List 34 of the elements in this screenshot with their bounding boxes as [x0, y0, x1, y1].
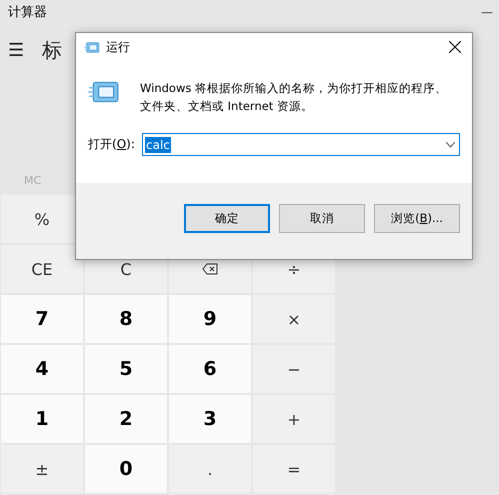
digit-key[interactable]: 4: [1, 345, 83, 394]
operator-key[interactable]: CE: [1, 245, 83, 294]
backspace-icon: [202, 263, 218, 276]
digit-key[interactable]: 3: [169, 395, 251, 444]
open-combo-field[interactable]: calc: [142, 133, 460, 156]
run-icon: [84, 40, 100, 54]
operator-key[interactable]: =: [253, 445, 335, 494]
open-label: 打开(O):: [88, 136, 136, 153]
operator-key[interactable]: ×: [253, 295, 335, 344]
digit-key[interactable]: 8: [85, 295, 167, 344]
command-text: calc: [145, 136, 171, 152]
operator-key[interactable]: −: [253, 345, 335, 394]
operator-key[interactable]: +: [253, 395, 335, 444]
digit-key[interactable]: 2: [85, 395, 167, 444]
digit-key[interactable]: 0: [85, 445, 167, 494]
mode-title: 标: [42, 36, 62, 64]
chevron-down-icon: [446, 142, 455, 148]
dialog-button[interactable]: 浏览(B)...: [374, 204, 460, 232]
app-title: 计算器: [8, 4, 47, 21]
run-icon: [88, 79, 120, 105]
description-text: Windows 将根据你所输入的名称，为你打开相应的程序、文件夹、文档或 Internet 资源。: [140, 80, 448, 115]
dialog-button[interactable]: 取消: [279, 204, 365, 232]
digit-key[interactable]: 5: [85, 345, 167, 394]
dialog-title: 运行: [106, 38, 131, 56]
digit-key[interactable]: 9: [169, 295, 251, 344]
minimize-button[interactable]: —: [481, 4, 493, 19]
dialog-button[interactable]: 确定: [184, 204, 270, 232]
menu-button[interactable]: ☰: [8, 40, 24, 61]
operator-key[interactable]: ±: [1, 445, 83, 494]
digit-key[interactable]: 1: [1, 395, 83, 444]
close-button[interactable]: [446, 38, 464, 56]
digit-key[interactable]: 6: [169, 345, 251, 394]
digit-key[interactable]: 7: [1, 295, 83, 344]
operator-key[interactable]: .: [169, 445, 251, 494]
